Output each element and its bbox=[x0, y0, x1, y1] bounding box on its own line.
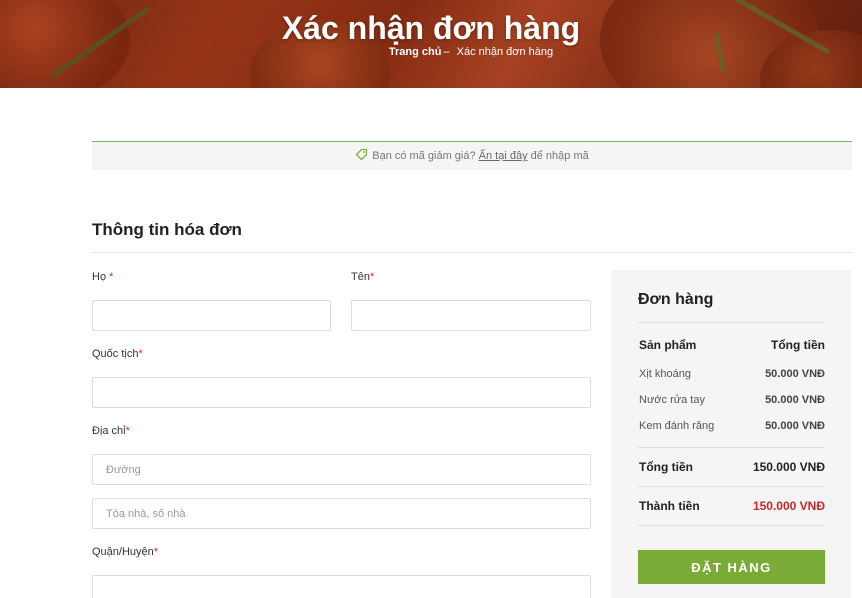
required-mark: * bbox=[138, 348, 143, 360]
address-label-text: Địa chỉ bbox=[92, 425, 126, 437]
district-label-text: Quận/Huyện bbox=[92, 546, 154, 558]
order-divider bbox=[638, 322, 825, 323]
required-mark: * bbox=[153, 546, 159, 558]
place-order-button[interactable]: ĐẶT HÀNG bbox=[638, 550, 825, 584]
subtotal-value: 150.000 VNĐ bbox=[752, 460, 825, 474]
last-name-label-text: Họ bbox=[92, 271, 107, 283]
nationality-label: Quốc tịch* bbox=[92, 348, 143, 360]
breadcrumb-separator: – bbox=[443, 46, 450, 58]
order-divider bbox=[638, 486, 825, 487]
final-total-value: 150.000 VNĐ bbox=[752, 499, 825, 513]
order-item-price: 50.000 VNĐ bbox=[765, 420, 825, 432]
last-name-input[interactable] bbox=[92, 300, 331, 331]
district-input[interactable] bbox=[92, 575, 591, 598]
order-item-name: Kem đánh răng bbox=[639, 420, 715, 432]
coupon-prefix: Bạn có mã giảm giá? bbox=[372, 150, 476, 162]
column-total-header: Tổng tiền bbox=[771, 338, 825, 352]
district-label: Quận/Huyện* bbox=[92, 546, 158, 558]
order-item-price: 50.000 VNĐ bbox=[765, 368, 825, 380]
breadcrumb: Trang chủ – Xác nhận đơn hàng bbox=[0, 46, 862, 58]
billing-divider bbox=[92, 252, 852, 253]
final-total-label: Thành tiền bbox=[639, 499, 700, 513]
column-product-header: Sản phẩm bbox=[639, 338, 697, 352]
order-item-price: 50.000 VNĐ bbox=[765, 394, 825, 406]
breadcrumb-home-link[interactable]: Trang chủ bbox=[389, 46, 442, 58]
first-name-label-text: Tên bbox=[351, 271, 370, 283]
last-name-label: Họ * bbox=[92, 271, 113, 283]
order-divider bbox=[638, 525, 825, 526]
order-item-name: Nước rửa tay bbox=[639, 394, 705, 406]
required-mark: * bbox=[109, 271, 114, 283]
building-input[interactable] bbox=[92, 498, 591, 529]
tag-icon bbox=[355, 144, 368, 172]
order-item-name: Xịt khoáng bbox=[639, 368, 691, 380]
first-name-label: Tên* bbox=[351, 271, 374, 283]
order-title: Đơn hàng bbox=[638, 291, 714, 308]
billing-title: Thông tin hóa đơn bbox=[92, 220, 242, 239]
coupon-link[interactable]: Ấn tại đây bbox=[479, 150, 528, 162]
street-input[interactable] bbox=[92, 454, 591, 485]
address-label: Địa chỉ* bbox=[92, 425, 130, 437]
subtotal-label: Tổng tiền bbox=[639, 460, 693, 474]
required-mark: * bbox=[125, 425, 130, 437]
required-mark: * bbox=[369, 271, 375, 283]
order-divider bbox=[638, 447, 825, 448]
nationality-label-text: Quốc tịch bbox=[92, 348, 139, 360]
first-name-input[interactable] bbox=[351, 300, 591, 331]
order-summary: Đơn hàng Sản phẩm Tổng tiền Xịt khoáng 5… bbox=[611, 270, 851, 598]
page-title: Xác nhận đơn hàng bbox=[281, 10, 581, 46]
coupon-notice: Bạn có mã giảm giá? Ấn tại đây để nhập m… bbox=[92, 141, 852, 170]
coupon-suffix: để nhập mã bbox=[530, 150, 589, 162]
breadcrumb-current: Xác nhận đơn hàng bbox=[456, 46, 554, 58]
nationality-input[interactable] bbox=[92, 377, 591, 408]
